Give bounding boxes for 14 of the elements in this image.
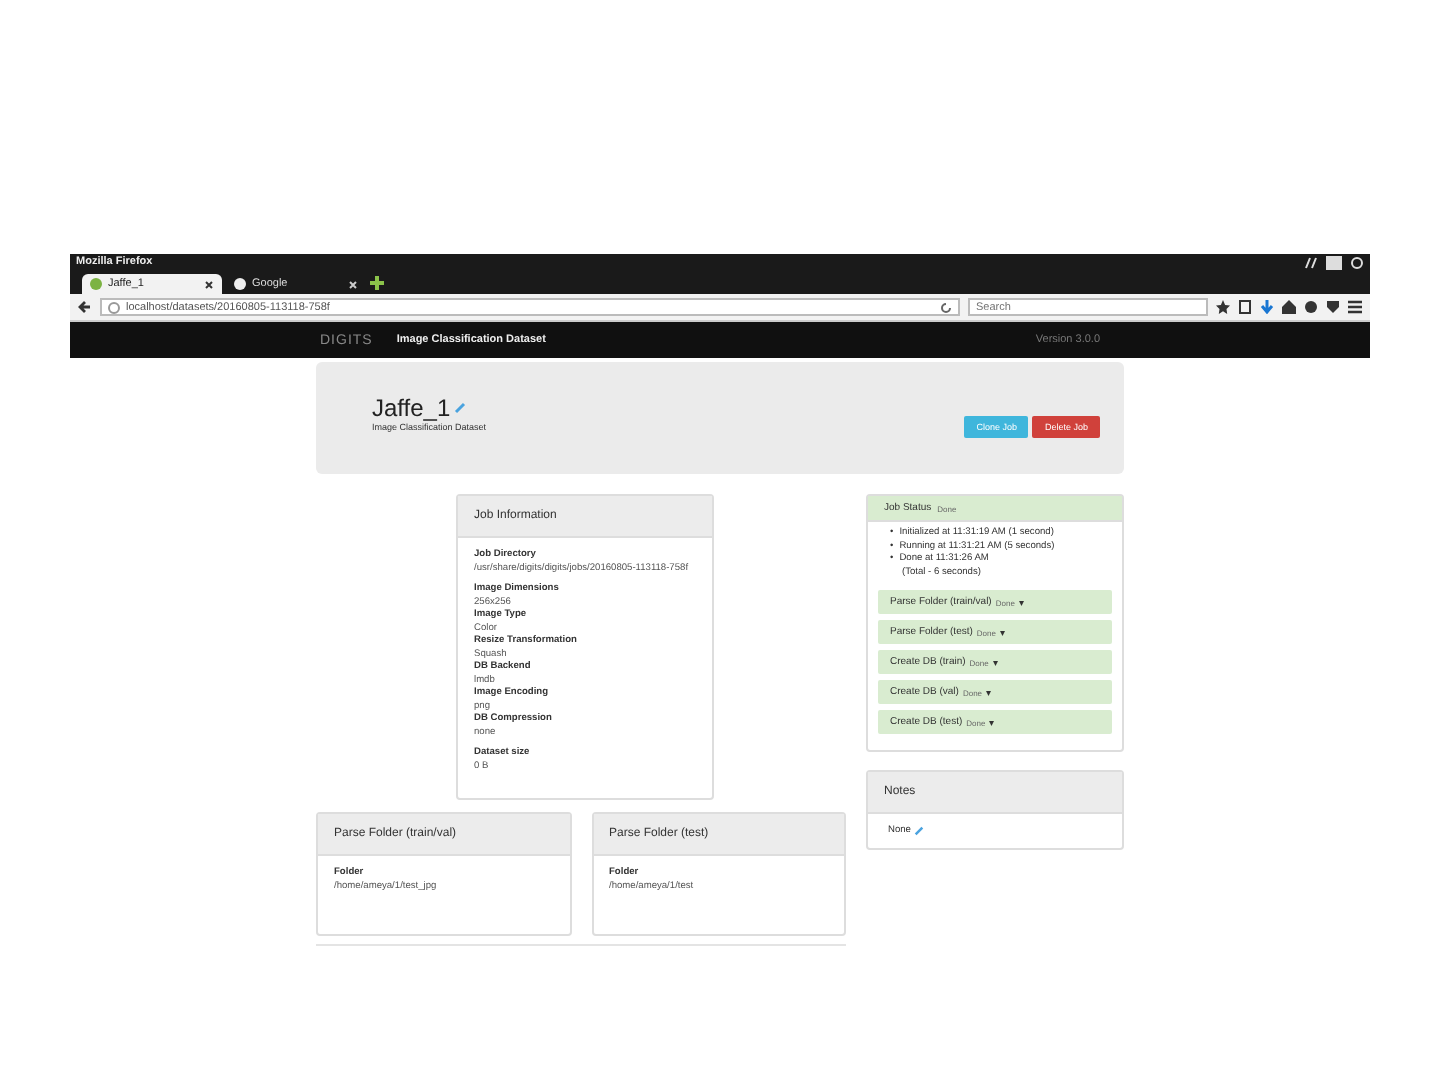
info-icon [108, 301, 120, 313]
favicon-icon [90, 278, 102, 290]
star-icon[interactable] [1216, 300, 1230, 314]
home-icon[interactable] [1282, 300, 1296, 314]
close-icon[interactable] [204, 279, 214, 289]
menu-icon[interactable] [1348, 300, 1362, 314]
edit-icon[interactable] [914, 826, 925, 836]
favicon-icon [234, 278, 246, 290]
job-title: Jaffe_1 [372, 394, 451, 422]
clipboard-icon[interactable] [1238, 300, 1252, 314]
new-tab-icon[interactable] [370, 275, 384, 289]
download-icon[interactable] [1260, 300, 1274, 314]
reload-icon[interactable] [940, 301, 952, 313]
back-icon[interactable] [78, 300, 92, 314]
